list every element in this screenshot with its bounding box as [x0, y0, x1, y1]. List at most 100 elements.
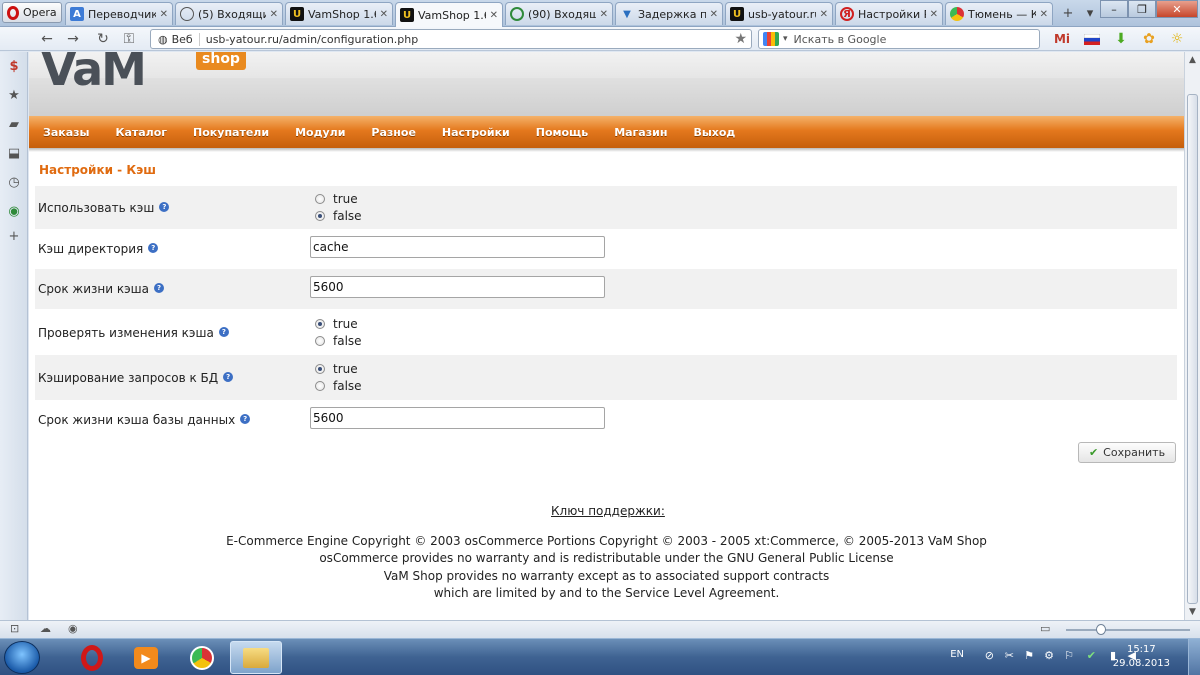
tab[interactable]: (90) Входящи... ✕: [505, 2, 613, 25]
help-icon[interactable]: ?: [223, 372, 234, 382]
network-icon[interactable]: ⊘: [985, 649, 994, 662]
address-bar[interactable]: ◍ Веб usb-yatour.ru/admin/configuration.…: [150, 29, 752, 49]
site-logo[interactable]: VaM: [41, 52, 147, 96]
extension-icon[interactable]: ✿: [1140, 30, 1158, 48]
web-badge[interactable]: ◍ Веб: [154, 32, 200, 46]
download-icon[interactable]: ⬇: [1112, 30, 1130, 48]
minimize-icon[interactable]: –: [1100, 0, 1128, 18]
close-icon[interactable]: ✕: [160, 9, 168, 20]
tab-list-icon[interactable]: ▾: [1079, 4, 1101, 22]
close-icon[interactable]: ✕: [380, 9, 388, 20]
menu-item-help[interactable]: Помощь: [536, 126, 588, 139]
close-icon[interactable]: ✕: [490, 10, 498, 21]
tab[interactable]: U VamShop 1.68 ✕: [285, 2, 393, 25]
zoom-slider-knob[interactable]: [1096, 624, 1106, 635]
radio-button-selected[interactable]: [315, 319, 325, 329]
tab[interactable]: ▼ Задержка по... ✕: [615, 2, 723, 25]
safe-remove-icon[interactable]: ✔: [1087, 649, 1096, 662]
mail-icon[interactable]: ◉: [5, 202, 23, 220]
key-icon[interactable]: ⚿: [120, 30, 138, 48]
reload-icon[interactable]: ↻: [94, 30, 112, 48]
radio-button[interactable]: [315, 194, 325, 204]
radio-button[interactable]: [315, 336, 325, 346]
panel-toggle-icon[interactable]: ⊡: [10, 622, 19, 635]
taskbar-clock[interactable]: 15:17 29.08.2013: [1113, 643, 1170, 671]
taskbar-chrome[interactable]: [176, 641, 228, 674]
close-window-icon[interactable]: ✕: [1156, 0, 1198, 18]
add-panel-icon[interactable]: +: [5, 227, 23, 245]
cloud-icon[interactable]: ☁: [40, 622, 51, 635]
help-icon[interactable]: ?: [159, 202, 170, 212]
settings-icon[interactable]: ☼: [1168, 30, 1186, 48]
vertical-scrollbar[interactable]: ▲ ▼: [1184, 52, 1200, 620]
zoom-slider[interactable]: [1066, 624, 1190, 635]
search-field[interactable]: ▾ Искать в Google: [758, 29, 1040, 49]
close-icon[interactable]: ✕: [270, 9, 278, 20]
device-icon[interactable]: ⚙: [1044, 649, 1054, 662]
history-icon[interactable]: ◷: [5, 173, 23, 191]
cache-dir-input[interactable]: cache: [310, 236, 605, 258]
radio-button[interactable]: [315, 381, 325, 391]
menu-item-customers[interactable]: Покупатели: [193, 126, 269, 139]
scroll-up-icon[interactable]: ▲: [1185, 52, 1200, 68]
close-icon[interactable]: ✕: [710, 9, 718, 20]
tab[interactable]: (5) Входящие ... ✕: [175, 2, 283, 25]
radio-option-false[interactable]: false: [315, 334, 362, 348]
show-desktop-button[interactable]: [1188, 639, 1200, 675]
radio-button-selected[interactable]: [315, 211, 325, 221]
tab-active[interactable]: U VamShop 1.68 ✕: [395, 2, 503, 27]
radio-option-true[interactable]: true: [315, 362, 358, 376]
taskbar-explorer[interactable]: [230, 641, 282, 674]
mail-ru-icon[interactable]: Mi: [1053, 30, 1071, 48]
menu-item-orders[interactable]: Заказы: [43, 126, 89, 139]
menu-item-misc[interactable]: Разное: [371, 126, 416, 139]
notes-icon[interactable]: ▰: [5, 115, 23, 133]
close-icon[interactable]: ✕: [1040, 9, 1048, 20]
close-icon[interactable]: ✕: [930, 9, 938, 20]
help-icon[interactable]: ?: [148, 243, 159, 253]
view-icon[interactable]: ▭: [1040, 622, 1050, 635]
url-text[interactable]: usb-yatour.ru/admin/configuration.php: [206, 33, 419, 46]
menu-item-catalog[interactable]: Каталог: [115, 126, 167, 139]
scrollbar-thumb[interactable]: [1187, 94, 1198, 604]
tab[interactable]: Я Настройки Р... ✕: [835, 2, 943, 25]
russian-flag-icon[interactable]: [1083, 30, 1101, 48]
taskbar-media-player[interactable]: ▶: [120, 641, 172, 674]
downloads-icon[interactable]: ⬓: [5, 144, 23, 162]
tab[interactable]: U usb-yatour.ru ✕: [725, 2, 833, 25]
action-center-icon[interactable]: ⚑: [1024, 649, 1034, 662]
cache-lifetime-input[interactable]: 5600: [310, 276, 605, 298]
save-button[interactable]: ✔ Сохранить: [1078, 442, 1176, 463]
turbo-icon[interactable]: ◉: [68, 622, 78, 635]
radio-option-true[interactable]: true: [315, 192, 358, 206]
help-icon[interactable]: ?: [240, 414, 251, 424]
db-cache-lifetime-input[interactable]: 5600: [310, 407, 605, 429]
bookmarks-star-icon[interactable]: ★: [5, 86, 23, 104]
menu-item-settings[interactable]: Настройки: [442, 126, 510, 139]
restore-icon[interactable]: ❐: [1128, 0, 1156, 18]
back-icon[interactable]: ←: [38, 30, 56, 48]
support-key-link[interactable]: Ключ поддержки:: [551, 504, 665, 518]
menu-item-logout[interactable]: Выход: [693, 126, 735, 139]
radio-option-false[interactable]: false: [315, 209, 362, 223]
radio-button-selected[interactable]: [315, 364, 325, 374]
radio-option-false[interactable]: false: [315, 379, 362, 393]
close-icon[interactable]: ✕: [600, 9, 608, 20]
new-tab-icon[interactable]: +: [1057, 4, 1079, 22]
scroll-down-icon[interactable]: ▼: [1185, 604, 1200, 620]
close-icon[interactable]: ✕: [820, 9, 828, 20]
speed-dial-icon[interactable]: $: [5, 57, 23, 75]
settings-tray-icon[interactable]: ✂: [1005, 649, 1014, 662]
flag-icon[interactable]: ⚐: [1064, 649, 1074, 662]
language-indicator[interactable]: EN: [950, 649, 964, 660]
tab[interactable]: Тюмень — К... ✕: [945, 2, 1053, 25]
help-icon[interactable]: ?: [218, 327, 229, 337]
opera-menu-button[interactable]: Opera: [2, 2, 62, 23]
bookmark-star-icon[interactable]: ★: [734, 31, 747, 47]
tab[interactable]: A Переводчик ... ✕: [65, 2, 173, 25]
chevron-down-icon[interactable]: ▾: [783, 34, 788, 44]
taskbar-opera[interactable]: [66, 641, 118, 674]
menu-item-modules[interactable]: Модули: [295, 126, 345, 139]
menu-item-shop[interactable]: Магазин: [614, 126, 667, 139]
forward-icon[interactable]: →: [64, 30, 82, 48]
